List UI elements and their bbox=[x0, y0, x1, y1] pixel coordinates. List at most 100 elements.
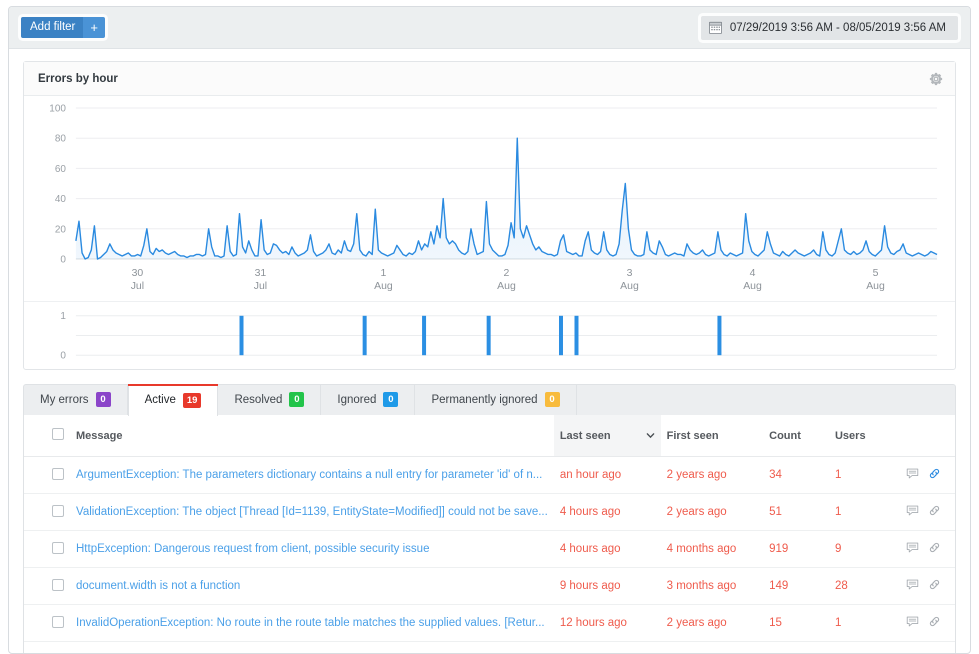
nav-gridlines bbox=[76, 316, 937, 355]
row-count: 51 bbox=[763, 494, 829, 531]
nav-y-tick-label: 0 bbox=[60, 351, 66, 362]
row-checkbox[interactable] bbox=[52, 542, 64, 554]
link-icon[interactable] bbox=[928, 615, 941, 631]
add-filter-button[interactable]: Add filter + bbox=[21, 17, 105, 38]
deploy-markers-chart[interactable]: 01 bbox=[24, 301, 955, 369]
tab-count-badge: 0 bbox=[383, 392, 398, 407]
tab-permanently-ignored[interactable]: Permanently ignored0 bbox=[415, 384, 576, 415]
y-tick-label: 40 bbox=[55, 194, 67, 205]
row-checkbox[interactable] bbox=[52, 579, 64, 591]
x-tick-day: 31 bbox=[255, 268, 267, 279]
gear-icon[interactable] bbox=[929, 72, 943, 86]
x-tick-month: Aug bbox=[374, 281, 393, 292]
comment-icon[interactable] bbox=[906, 615, 919, 631]
x-tick-month: Jul bbox=[254, 281, 267, 292]
link-icon[interactable] bbox=[928, 541, 941, 557]
link-icon[interactable] bbox=[928, 578, 941, 594]
column-header-last-seen[interactable]: Last seen bbox=[554, 415, 661, 457]
row-last-seen: 4 hours ago bbox=[554, 531, 661, 568]
row-users: 1 bbox=[829, 494, 900, 531]
column-header-message[interactable]: Message bbox=[70, 415, 554, 457]
row-actions-cell bbox=[900, 531, 955, 568]
row-select-cell bbox=[24, 457, 70, 494]
row-message-link[interactable]: HttpException: Dangerous request from cl… bbox=[76, 543, 429, 555]
row-message-link[interactable]: InvalidOperationException: No route in t… bbox=[76, 617, 545, 629]
link-icon-svg bbox=[928, 578, 941, 591]
column-header-first-seen[interactable]: First seen bbox=[661, 415, 764, 457]
row-select-cell bbox=[24, 568, 70, 605]
tab-ignored[interactable]: Ignored0 bbox=[321, 384, 415, 415]
table-row[interactable]: InvalidOperationException: No route in t… bbox=[24, 605, 955, 642]
errors-by-hour-chart-svg: 020406080100 30Jul31Jul1Aug2Aug3Aug4Aug5… bbox=[24, 96, 955, 301]
errors-by-hour-chart[interactable]: 020406080100 30Jul31Jul1Aug2Aug3Aug4Aug5… bbox=[24, 96, 955, 301]
row-first-seen: 2 years ago bbox=[661, 494, 764, 531]
row-checkbox[interactable] bbox=[52, 616, 64, 628]
comment-icon-svg bbox=[906, 504, 919, 517]
comment-icon[interactable] bbox=[906, 504, 919, 520]
row-users: 9 bbox=[829, 531, 900, 568]
comment-icon[interactable] bbox=[906, 578, 919, 594]
row-checkbox[interactable] bbox=[52, 468, 64, 480]
column-header-first-seen-label: First seen bbox=[667, 430, 719, 442]
chart-panel-header: Errors by hour bbox=[24, 62, 955, 96]
column-header-count[interactable]: Count bbox=[763, 415, 829, 457]
row-actions-cell bbox=[900, 642, 955, 654]
tab-resolved[interactable]: Resolved0 bbox=[218, 384, 321, 415]
link-icon[interactable] bbox=[928, 467, 941, 483]
row-actions-cell bbox=[900, 605, 955, 642]
nav-bar bbox=[487, 316, 491, 355]
chevron-down-icon bbox=[646, 431, 655, 440]
column-header-last-seen-label: Last seen bbox=[560, 430, 611, 442]
calendar-icon bbox=[709, 21, 722, 34]
x-tick-day: 1 bbox=[381, 268, 387, 279]
table-row[interactable]: ValidationException: The object [Thread … bbox=[24, 494, 955, 531]
table-row[interactable]: ArgumentException: The parameters dictio… bbox=[24, 457, 955, 494]
link-icon-svg bbox=[928, 541, 941, 554]
x-tick-day: 4 bbox=[750, 268, 756, 279]
chart-gridlines bbox=[76, 108, 937, 259]
chart-panel-wrapper: Errors by hour bbox=[9, 49, 970, 370]
gear-icon-svg bbox=[929, 72, 943, 86]
row-users: 1 bbox=[829, 642, 900, 654]
row-select-cell bbox=[24, 494, 70, 531]
row-message-link[interactable]: document.width is not a function bbox=[76, 580, 240, 592]
row-users: 1 bbox=[829, 457, 900, 494]
date-range-picker[interactable]: 07/29/2019 3:56 AM - 08/05/2019 3:56 AM bbox=[701, 16, 958, 40]
x-tick-day: 5 bbox=[873, 268, 879, 279]
row-checkbox[interactable] bbox=[52, 505, 64, 517]
tab-count-badge: 0 bbox=[545, 392, 560, 407]
column-header-message-label: Message bbox=[76, 430, 122, 442]
row-message-link[interactable]: ArgumentException: The parameters dictio… bbox=[76, 469, 542, 481]
table-row[interactable]: document.width is not a function9 hours … bbox=[24, 568, 955, 605]
table-header-row: Message Last seen First seen bbox=[24, 415, 955, 457]
table-row[interactable]: HttpException: Dangerous request from cl… bbox=[24, 531, 955, 568]
comment-icon[interactable] bbox=[906, 467, 919, 483]
comment-icon-svg bbox=[906, 541, 919, 554]
select-all-header bbox=[24, 415, 70, 457]
row-select-cell bbox=[24, 531, 70, 568]
column-header-count-label: Count bbox=[769, 430, 801, 442]
date-range-label: 07/29/2019 3:56 AM - 08/05/2019 3:56 AM bbox=[730, 22, 946, 34]
nav-bar bbox=[559, 316, 563, 355]
row-message-cell: ArgumentException: The parameters dictio… bbox=[70, 457, 554, 494]
link-icon[interactable] bbox=[928, 504, 941, 520]
row-count: 34 bbox=[763, 457, 829, 494]
x-tick-month: Aug bbox=[497, 281, 516, 292]
row-select-cell bbox=[24, 642, 70, 654]
select-all-checkbox[interactable] bbox=[52, 428, 64, 440]
tab-my-errors[interactable]: My errors0 bbox=[24, 384, 128, 415]
page-title: Errors by hour bbox=[38, 73, 118, 85]
tab-active[interactable]: Active19 bbox=[128, 384, 219, 416]
table-row[interactable]: HttpRequestValidationException: A potent… bbox=[24, 642, 955, 654]
row-actions-cell bbox=[900, 494, 955, 531]
row-message-link[interactable]: ValidationException: The object [Thread … bbox=[76, 506, 548, 518]
y-tick-label: 0 bbox=[60, 254, 66, 265]
row-count: 22 bbox=[763, 642, 829, 654]
column-header-users[interactable]: Users bbox=[829, 415, 900, 457]
filter-bar: Add filter + 07/29/2019 3:56 AM - 08/05/… bbox=[9, 7, 970, 49]
error-status-tabs: My errors0Active19Resolved0Ignored0Perma… bbox=[23, 384, 956, 415]
comment-icon-svg bbox=[906, 578, 919, 591]
tab-count-badge: 0 bbox=[289, 392, 304, 407]
chart-y-axis-labels: 020406080100 bbox=[49, 103, 66, 265]
comment-icon[interactable] bbox=[906, 541, 919, 557]
